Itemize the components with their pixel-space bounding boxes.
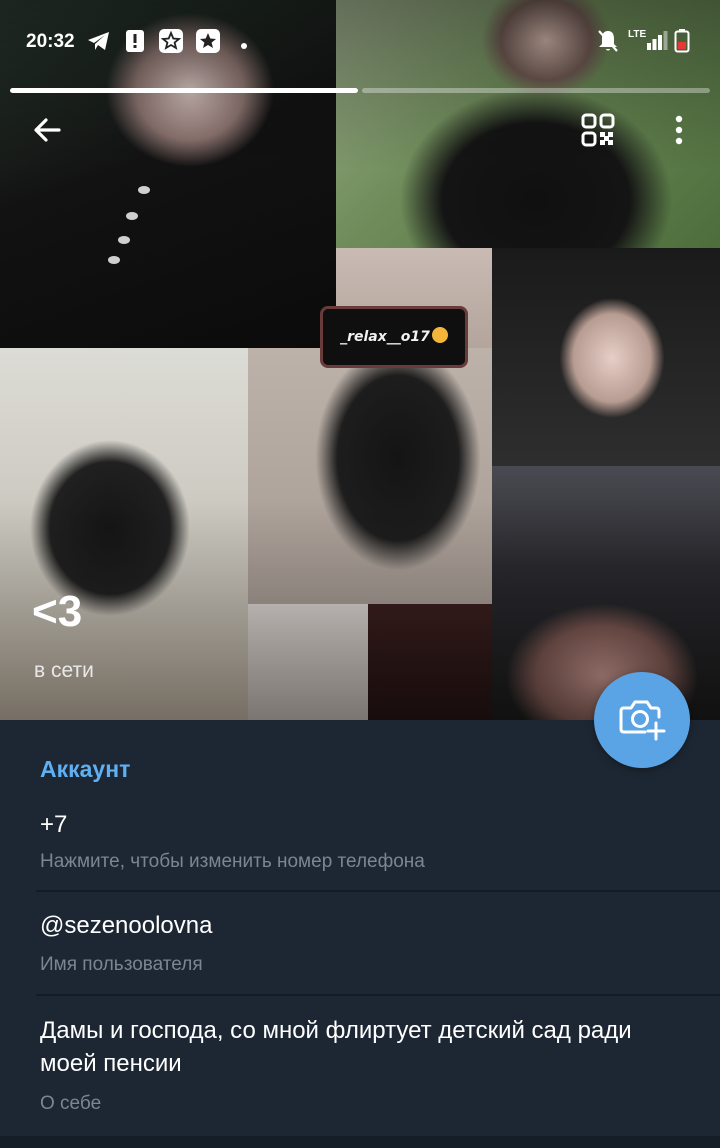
story-progress-bar [362, 88, 710, 93]
more-notifications-icon [240, 37, 248, 55]
online-status: в сети [34, 659, 94, 682]
phone-caption-text: _relax__o17 [340, 329, 430, 345]
network-type: LTE [628, 29, 647, 40]
star-app-icon [158, 28, 184, 59]
arrow-left-icon [31, 114, 63, 151]
emoji-icon [431, 327, 448, 343]
bio-value: Дамы и господа, со мной флиртует детский… [40, 1017, 632, 1077]
bio-label: О себе [40, 1093, 102, 1114]
telegram-icon [86, 28, 112, 59]
photo-phone-caption: _relax__o17 [320, 306, 468, 368]
story-progress-fill [10, 88, 358, 93]
status-bar: 20:32 LTE [0, 22, 720, 62]
battery-icon [674, 28, 690, 59]
phone-number-label: Нажмите, чтобы изменить номер телефона [40, 851, 425, 872]
more-options-button[interactable] [655, 108, 703, 156]
username-row[interactable]: @sezenoolovna Имя пользователя [0, 892, 720, 994]
status-time: 20:32 [26, 31, 75, 52]
profile-name: <3 [32, 587, 83, 636]
phone-number-row[interactable]: +7 Нажмите, чтобы изменить номер телефон… [0, 796, 720, 890]
back-button[interactable] [23, 108, 71, 156]
more-vertical-icon [674, 114, 684, 151]
qr-code-icon [581, 113, 615, 152]
account-section-title: Аккаунт [40, 756, 131, 782]
mute-icon [596, 28, 620, 59]
username-label: Имя пользователя [40, 954, 203, 975]
section-bottom-edge [0, 1136, 720, 1148]
phone-number-value: +7 [40, 811, 68, 838]
star-app-icon [195, 28, 221, 59]
bio-row[interactable]: Дамы и господа, со мной флиртует детский… [0, 996, 720, 1134]
signal-icon [646, 28, 668, 57]
story-progress-bar [10, 88, 358, 93]
username-value: @sezenoolovna [40, 912, 213, 939]
profile-screen: _relax__o17 20:32 LTE <3 в сети Аккаунт … [0, 0, 720, 1148]
qr-code-button[interactable] [574, 108, 622, 156]
add-photo-icon [618, 695, 666, 746]
alert-icon [124, 28, 146, 59]
set-photo-button[interactable] [594, 672, 690, 768]
photo-tile [492, 248, 720, 466]
